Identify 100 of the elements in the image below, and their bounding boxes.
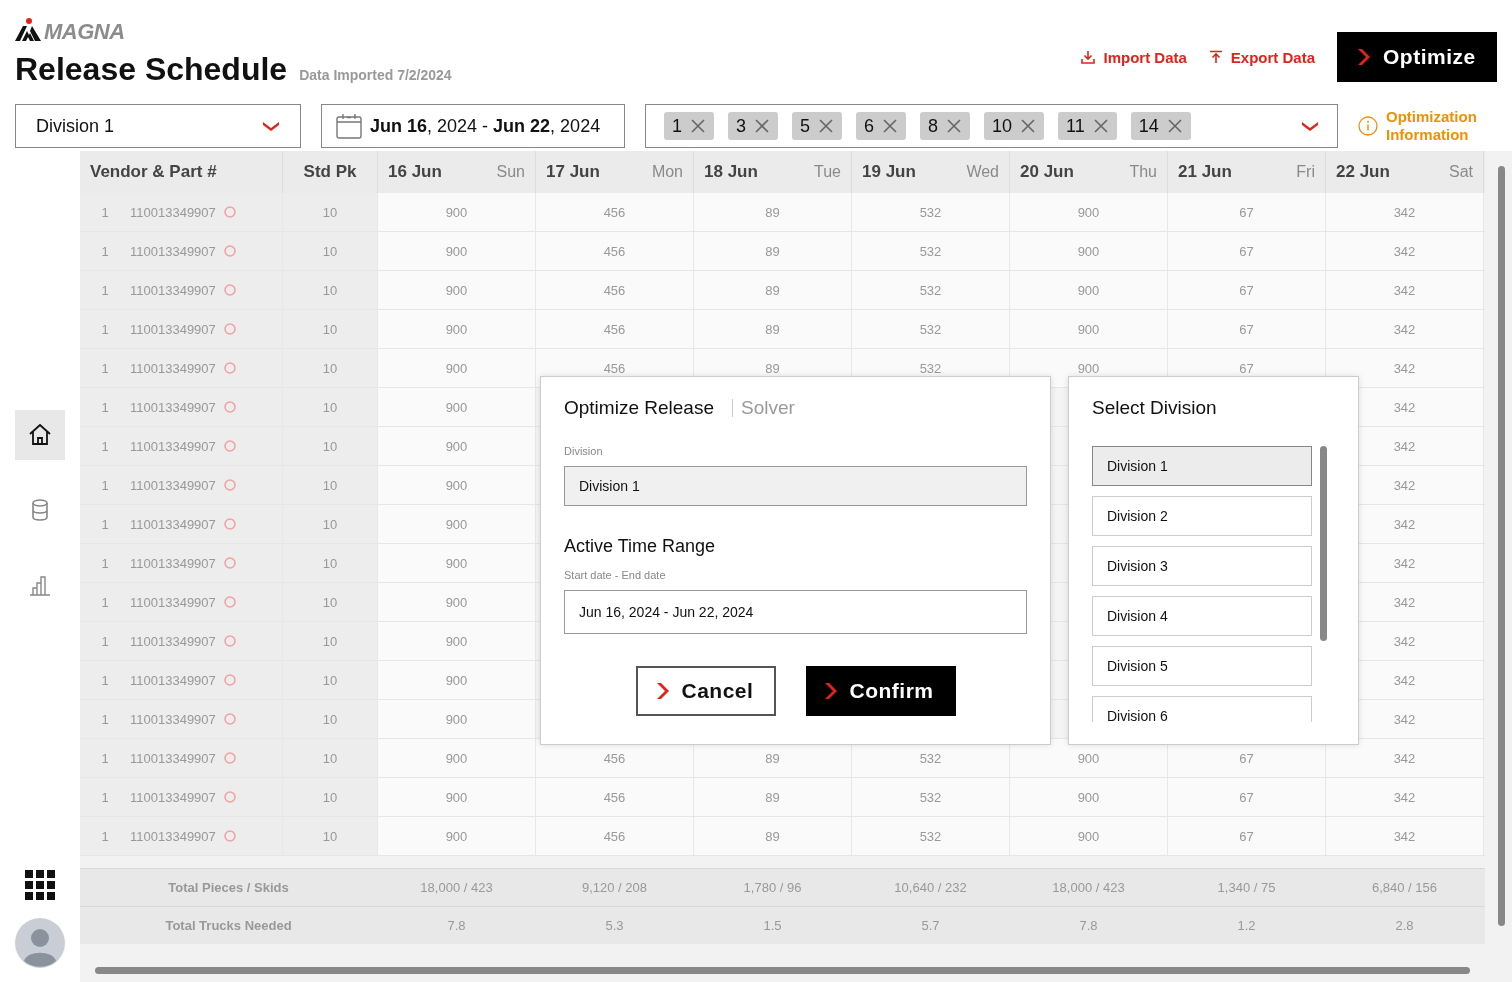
division-option[interactable]: Division 5 xyxy=(1092,646,1312,686)
field-label: Start date - End date xyxy=(564,569,667,581)
filter-chip[interactable]: 11 xyxy=(1058,112,1117,140)
table-cell: 900 xyxy=(378,817,536,855)
scrollbar[interactable] xyxy=(95,967,1470,974)
part-number: 110013349907 xyxy=(130,672,216,688)
shift-filter-field[interactable]: 1 3 5 6 8 10 11 14 xyxy=(645,104,1338,148)
scrollbar[interactable] xyxy=(1498,166,1505,926)
table-cell: 10 xyxy=(283,778,378,816)
caret-icon xyxy=(262,120,280,132)
part-number: 110013349907 xyxy=(130,360,216,376)
circle-icon xyxy=(223,557,236,569)
filter-chip[interactable]: 6 xyxy=(856,112,907,140)
filter-chip[interactable]: 5 xyxy=(792,112,843,140)
info-icon xyxy=(1358,116,1378,136)
total-cell: 18,000 / 423 xyxy=(378,869,536,906)
table-cell: 10 xyxy=(283,310,378,348)
total-cell: 6,840 / 156 xyxy=(1326,869,1484,906)
date-range-field[interactable]: Jun 16, 2024 - Jun 22, 2024 xyxy=(564,590,1027,634)
vendor-number: 1 xyxy=(100,789,110,805)
table-cell: 342 xyxy=(1326,349,1484,387)
caret-icon xyxy=(1301,120,1319,132)
total-label: Total Trucks Needed xyxy=(80,907,378,944)
division-option[interactable]: Division 6 xyxy=(1092,696,1312,722)
table-cell: 900 xyxy=(378,778,536,816)
total-cell: 5.7 xyxy=(852,907,1010,944)
table-cell: 900 xyxy=(378,622,536,660)
table-cell: 10 xyxy=(283,583,378,621)
table-cell: 456 xyxy=(536,817,694,855)
vendor-number: 1 xyxy=(100,477,110,493)
total-cell: 1,780 / 96 xyxy=(694,869,852,906)
circle-icon xyxy=(223,323,236,335)
table-cell: 900 xyxy=(378,466,536,504)
division-option[interactable]: Division 3 xyxy=(1092,546,1312,586)
sidebar-nav-item[interactable] xyxy=(15,410,65,460)
division-option[interactable]: Division 1 xyxy=(1092,446,1312,486)
avatar xyxy=(15,918,65,968)
apps-button[interactable] xyxy=(25,870,55,900)
part-number: 110013349907 xyxy=(130,477,216,493)
calendar-icon xyxy=(336,113,362,139)
close-icon xyxy=(882,118,899,134)
vendor-number: 1 xyxy=(100,672,110,688)
scrollbar[interactable] xyxy=(1320,446,1327,641)
optimize-button[interactable]: Optimize xyxy=(1337,32,1497,82)
table-cell: 532 xyxy=(852,232,1010,270)
table-cell: 900 xyxy=(378,427,536,465)
bar-chart-icon xyxy=(28,573,52,597)
chevron-icon xyxy=(655,682,670,700)
filter-chip[interactable]: 1 xyxy=(664,112,714,140)
date-range-picker[interactable]: Jun 16, 2024 - Jun 22, 2024 xyxy=(321,104,625,148)
import-button[interactable]: Import Data xyxy=(1081,48,1187,66)
table-cell: 900 xyxy=(378,739,536,777)
table-cell: 10 xyxy=(283,505,378,543)
table-cell: 10 xyxy=(283,622,378,660)
circle-icon xyxy=(223,479,236,491)
table-cell: 67 xyxy=(1168,193,1326,231)
close-icon xyxy=(690,118,706,134)
part-number: 110013349907 xyxy=(130,516,216,532)
home-icon xyxy=(28,423,52,447)
dialog-subtitle: Solver xyxy=(731,399,795,417)
table-cell: 900 xyxy=(378,583,536,621)
chevron-icon xyxy=(823,682,838,700)
table-cell: 342 xyxy=(1326,778,1484,816)
filter-chip[interactable]: 14 xyxy=(1130,112,1191,140)
close-icon xyxy=(946,118,963,134)
table-cell: 900 xyxy=(378,544,536,582)
column-header: 16 Jun xyxy=(388,162,442,182)
table-cell: 900 xyxy=(378,271,536,309)
column-header: 21 Jun xyxy=(1178,162,1232,182)
table-cell: 900 xyxy=(1010,232,1168,270)
export-button[interactable]: Export Data xyxy=(1208,48,1315,66)
filter-chip[interactable]: 10 xyxy=(984,112,1045,140)
circle-icon xyxy=(223,440,236,452)
table-cell: 10 xyxy=(283,466,378,504)
vendor-number: 1 xyxy=(100,282,110,298)
column-header: 19 Jun xyxy=(862,162,916,182)
table-cell: 10 xyxy=(283,232,378,270)
table-cell: 342 xyxy=(1326,739,1484,777)
table-cell: 532 xyxy=(852,193,1010,231)
table-cell: 456 xyxy=(536,193,694,231)
cancel-button[interactable]: Cancel xyxy=(635,666,776,716)
division-dropdown[interactable]: Division 1 xyxy=(15,104,301,148)
vendor-number: 1 xyxy=(100,594,110,610)
filter-chip[interactable]: 8 xyxy=(920,112,971,140)
column-header: 18 Jun xyxy=(704,162,758,182)
upload-icon xyxy=(1208,50,1223,64)
table-cell: 89 xyxy=(694,232,852,270)
circle-icon xyxy=(223,206,236,218)
division-option[interactable]: Division 2 xyxy=(1092,496,1312,536)
division-option[interactable]: Division 4 xyxy=(1092,596,1312,636)
column-header: 17 Jun xyxy=(546,162,600,182)
total-cell: 1,340 / 75 xyxy=(1168,869,1326,906)
weekday-label: Fri xyxy=(1296,163,1315,181)
total-cell: 18,000 / 423 xyxy=(1010,869,1168,906)
filter-chip[interactable]: 3 xyxy=(728,112,779,140)
division-field[interactable]: Division 1 xyxy=(564,466,1027,506)
part-number: 110013349907 xyxy=(130,789,216,805)
confirm-button[interactable]: Confirm xyxy=(805,666,956,716)
import-date: Data Imported 7/2/2024 xyxy=(299,67,452,83)
total-cell: 10,640 / 232 xyxy=(852,869,1010,906)
